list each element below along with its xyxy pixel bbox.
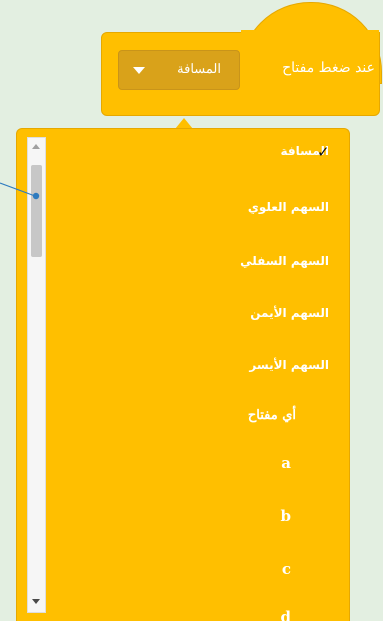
key-dropdown-value: المسافة xyxy=(177,62,221,77)
menu-item-c[interactable]: c xyxy=(282,557,291,581)
menu-item-any-key[interactable]: أي مفتاح xyxy=(248,404,296,428)
menu-item-d[interactable]: d xyxy=(281,605,292,621)
menu-item-left-arrow[interactable]: السهم الأيسر xyxy=(249,353,329,377)
block-label: عند ضغط مفتاح xyxy=(282,60,375,76)
scroll-down-arrow-icon[interactable] xyxy=(32,599,40,604)
menu-item-a[interactable]: a xyxy=(281,451,291,475)
menu-item-up-arrow[interactable]: السهم العلوي xyxy=(248,195,329,219)
key-dropdown[interactable]: المسافة xyxy=(118,50,240,90)
key-dropdown-menu: المسافة السهم العلوي السهم السفلي السهم … xyxy=(16,128,350,621)
menu-item-b[interactable]: b xyxy=(281,504,292,528)
menu-item-right-arrow[interactable]: السهم الأيمن xyxy=(250,301,329,325)
chevron-down-icon xyxy=(133,67,145,74)
menu-item-down-arrow[interactable]: السهم السفلي xyxy=(240,249,329,273)
scrollbar-thumb[interactable] xyxy=(31,165,42,257)
scroll-up-arrow-icon[interactable] xyxy=(32,144,40,149)
checkmark-icon: ✓ xyxy=(317,143,330,161)
menu-scrollbar[interactable] xyxy=(27,137,46,613)
